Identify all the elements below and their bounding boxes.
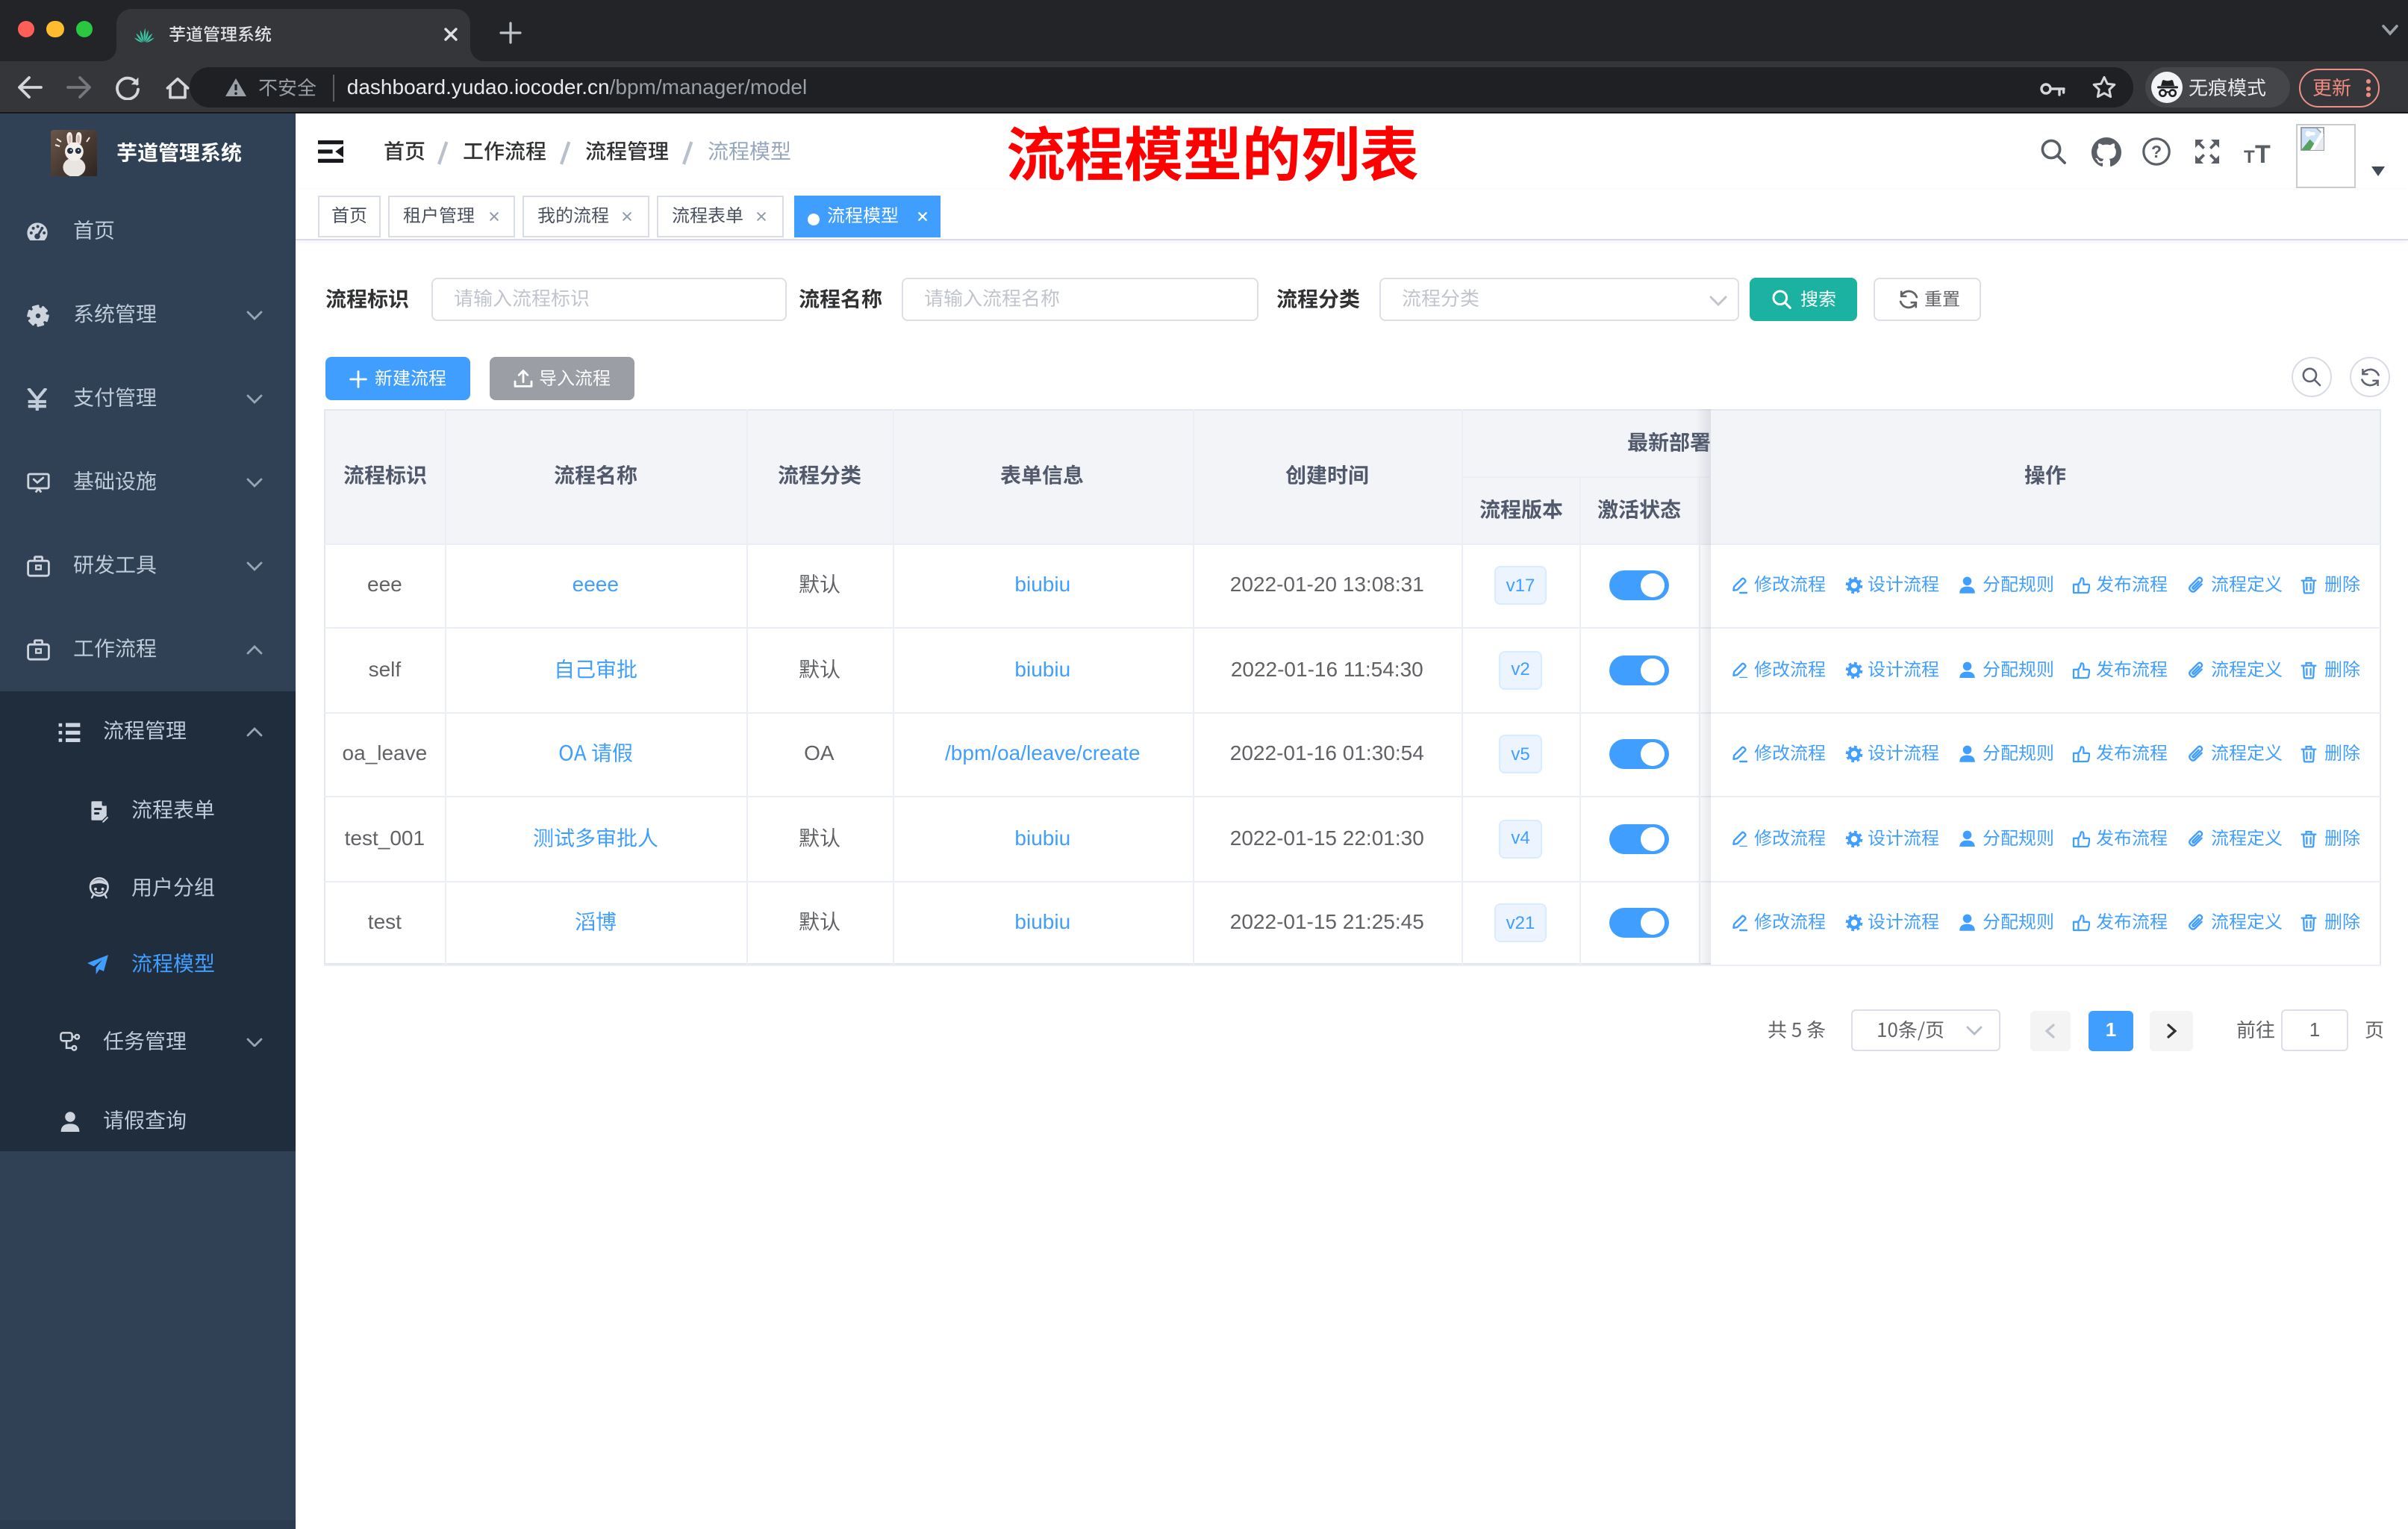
svg-text:?: ? xyxy=(2152,142,2162,161)
svg-text:T: T xyxy=(2244,146,2255,164)
svg-text:T: T xyxy=(2255,140,2271,164)
